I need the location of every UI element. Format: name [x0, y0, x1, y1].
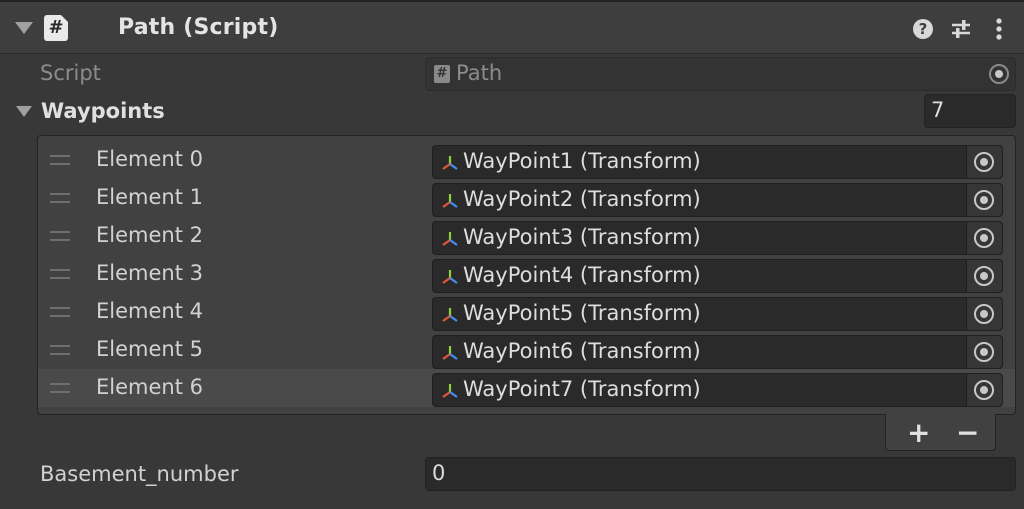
- list-footer: + −: [885, 414, 996, 451]
- element-label: Element 2: [96, 223, 203, 247]
- object-field-value: WayPoint5 (Transform): [463, 301, 701, 325]
- component-title: Path (Script): [118, 15, 279, 40]
- object-field-value: WayPoint7 (Transform): [463, 377, 701, 401]
- list-item[interactable]: Element 5 WayPoint6 (Transform): [38, 331, 1015, 369]
- basement-number-label: Basement_number: [40, 462, 239, 486]
- drag-handle-icon[interactable]: [50, 231, 70, 241]
- object-picker-button[interactable]: [966, 222, 1002, 254]
- list-item[interactable]: Element 4 WayPoint5 (Transform): [38, 293, 1015, 331]
- object-picker-button[interactable]: [966, 336, 1002, 368]
- object-picker-button[interactable]: [966, 260, 1002, 292]
- object-field-value: WayPoint6 (Transform): [463, 339, 701, 363]
- object-picker-button[interactable]: [966, 146, 1002, 178]
- list-item[interactable]: Element 0 WayPoint1 (Transform): [38, 141, 1015, 179]
- script-field: # Path: [425, 57, 1016, 91]
- object-picker-target-icon: [974, 266, 994, 286]
- script-value: Path: [456, 61, 503, 85]
- remove-element-button[interactable]: −: [956, 416, 979, 449]
- presets-sliders-icon[interactable]: [949, 17, 973, 41]
- list-item[interactable]: Element 3 WayPoint4 (Transform): [38, 255, 1015, 293]
- kebab-menu-icon[interactable]: [987, 17, 1011, 41]
- transform-axis-icon: [442, 346, 458, 360]
- object-field[interactable]: WayPoint1 (Transform): [432, 145, 1003, 179]
- help-icon[interactable]: ?: [911, 17, 935, 41]
- drag-handle-icon[interactable]: [50, 345, 70, 355]
- drag-handle-icon[interactable]: [50, 193, 70, 203]
- object-picker-target-icon: [974, 304, 994, 324]
- svg-text:?: ?: [919, 20, 928, 38]
- transform-axis-icon: [442, 308, 458, 322]
- object-field-value: WayPoint2 (Transform): [463, 187, 701, 211]
- list-item[interactable]: Element 1 WayPoint2 (Transform): [38, 179, 1015, 217]
- element-label: Element 3: [96, 261, 203, 285]
- transform-axis-icon: [442, 270, 458, 284]
- waypoints-size-field[interactable]: 7: [924, 94, 1016, 128]
- element-label: Element 6: [96, 375, 203, 399]
- object-field-value: WayPoint1 (Transform): [463, 149, 701, 173]
- object-field[interactable]: WayPoint2 (Transform): [432, 183, 1003, 217]
- basement-number-value[interactable]: 0: [432, 461, 445, 485]
- waypoints-foldout-icon[interactable]: [16, 106, 32, 117]
- add-element-button[interactable]: +: [907, 416, 930, 449]
- list-item-selected[interactable]: Element 6 WayPoint7 (Transform): [38, 369, 1015, 407]
- object-field[interactable]: WayPoint4 (Transform): [432, 259, 1003, 293]
- script-icon: #: [44, 15, 68, 41]
- object-field-value: WayPoint3 (Transform): [463, 225, 701, 249]
- script-hash-icon: #: [434, 65, 450, 83]
- drag-handle-icon[interactable]: [50, 307, 70, 317]
- object-picker-target-icon: [974, 228, 994, 248]
- transform-axis-icon: [442, 194, 458, 208]
- object-picker-button[interactable]: [966, 298, 1002, 330]
- waypoints-label[interactable]: Waypoints: [41, 99, 165, 123]
- object-field-value: WayPoint4 (Transform): [463, 263, 701, 287]
- transform-axis-icon: [442, 384, 458, 398]
- object-picker-button[interactable]: [966, 184, 1002, 216]
- transform-axis-icon: [442, 156, 458, 170]
- element-label: Element 1: [96, 185, 203, 209]
- object-field[interactable]: WayPoint6 (Transform): [432, 335, 1003, 369]
- object-picker-target-icon: [974, 380, 994, 400]
- drag-handle-icon[interactable]: [50, 383, 70, 393]
- object-picker-icon: [989, 64, 1009, 84]
- foldout-triangle-icon[interactable]: [15, 22, 33, 34]
- script-label: Script: [40, 61, 101, 85]
- element-label: Element 5: [96, 337, 203, 361]
- object-field[interactable]: WayPoint3 (Transform): [432, 221, 1003, 255]
- waypoints-size-value[interactable]: 7: [931, 98, 944, 122]
- object-field[interactable]: WayPoint5 (Transform): [432, 297, 1003, 331]
- object-picker-button[interactable]: [966, 374, 1002, 406]
- element-label: Element 0: [96, 147, 203, 171]
- object-picker-target-icon: [974, 342, 994, 362]
- object-picker-target-icon: [974, 190, 994, 210]
- object-field[interactable]: WayPoint7 (Transform): [432, 373, 1003, 407]
- element-label: Element 4: [96, 299, 203, 323]
- drag-handle-icon[interactable]: [50, 269, 70, 279]
- basement-number-field[interactable]: 0: [425, 457, 1016, 491]
- transform-axis-icon: [442, 232, 458, 246]
- component-header[interactable]: # Path (Script) ?: [0, 0, 1024, 54]
- object-picker-target-icon: [974, 152, 994, 172]
- list-item[interactable]: Element 2 WayPoint3 (Transform): [38, 217, 1015, 255]
- drag-handle-icon[interactable]: [50, 155, 70, 165]
